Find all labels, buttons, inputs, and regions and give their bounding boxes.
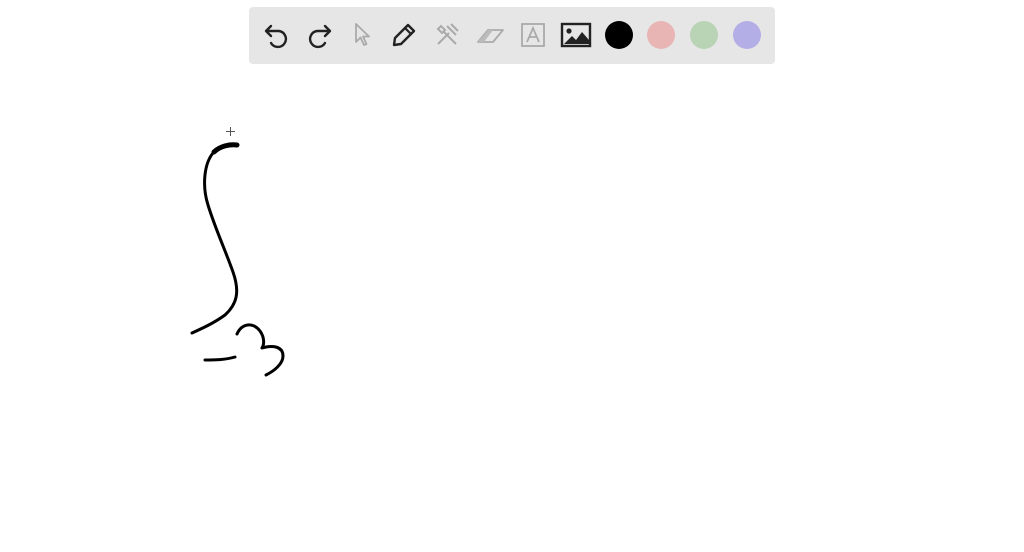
ink-stroke-integral-top [211,142,240,155]
ink-layer [190,127,285,377]
ink-stroke-dash [203,355,237,362]
ink-stroke-three [235,323,285,377]
ink-stroke-integral [190,143,239,335]
crosshair-cursor-icon [226,127,235,136]
drawing-canvas[interactable] [0,0,1024,552]
